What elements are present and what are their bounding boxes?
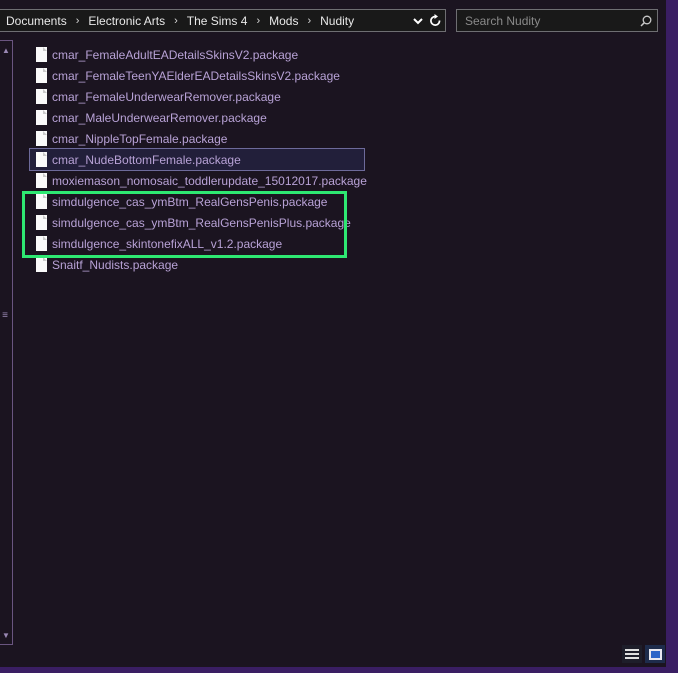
file-item-selected[interactable]: cmar_NudeBottomFemale.package xyxy=(29,148,365,171)
file-name: cmar_MaleUnderwearRemover.package xyxy=(52,110,267,125)
file-name: moxiemason_nomosaic_toddlerupdate_150120… xyxy=(52,173,367,188)
file-icon xyxy=(36,173,47,188)
file-icon xyxy=(36,131,47,146)
scroll-down-icon[interactable]: ▼ xyxy=(0,628,12,642)
file-item[interactable]: Snaitf_Nudists.package xyxy=(30,254,430,275)
file-icon xyxy=(36,89,47,104)
breadcrumb-mods[interactable]: Mods xyxy=(269,14,298,28)
file-name: simdulgence_cas_ymBtm_RealGensPenisPlus.… xyxy=(52,215,351,230)
breadcrumb-documents[interactable]: Documents xyxy=(6,14,67,28)
file-icon xyxy=(36,194,47,209)
search-box[interactable] xyxy=(456,9,658,32)
breadcrumb-separator[interactable]: › xyxy=(307,15,311,27)
file-icon xyxy=(36,236,47,251)
file-item[interactable]: cmar_FemaleTeenYAElderEADetailsSkinsV2.p… xyxy=(30,65,430,86)
breadcrumb-nudity[interactable]: Nudity xyxy=(320,14,354,28)
file-name: Snaitf_Nudists.package xyxy=(52,257,179,272)
search-icon[interactable] xyxy=(635,10,657,31)
file-icon xyxy=(36,215,47,230)
address-bar[interactable]: Documents › Electronic Arts › The Sims 4… xyxy=(0,9,446,32)
file-name: cmar_FemaleAdultEADetailsSkinsV2.package xyxy=(52,47,299,62)
file-name: cmar_NippleTopFemale.package xyxy=(52,131,228,146)
file-icon xyxy=(36,257,47,272)
file-name: cmar_NudeBottomFemale.package xyxy=(52,152,241,167)
large-icons-view-icon[interactable] xyxy=(645,645,665,663)
file-item[interactable]: simdulgence_cas_ymBtm_RealGensPenisPlus.… xyxy=(30,212,430,233)
window-frame-bottom xyxy=(0,667,678,673)
file-name: cmar_FemaleUnderwearRemover.package xyxy=(52,89,281,104)
breadcrumb-separator[interactable]: › xyxy=(76,15,80,27)
file-icon xyxy=(36,110,47,125)
breadcrumb: Documents › Electronic Arts › The Sims 4… xyxy=(0,14,445,28)
refresh-icon[interactable] xyxy=(427,12,443,30)
breadcrumb-separator[interactable]: › xyxy=(256,15,260,27)
file-explorer-window: Documents › Electronic Arts › The Sims 4… xyxy=(0,0,678,673)
search-input[interactable] xyxy=(457,10,635,31)
file-item[interactable]: simdulgence_cas_ymBtm_RealGensPenis.pack… xyxy=(30,191,430,212)
details-view-icon[interactable] xyxy=(622,645,642,663)
scroll-grip-icon[interactable]: ≡ xyxy=(0,310,10,321)
breadcrumb-separator[interactable]: › xyxy=(174,15,178,27)
file-item[interactable]: cmar_NippleTopFemale.package xyxy=(30,128,430,149)
chevron-down-icon[interactable] xyxy=(411,13,425,29)
breadcrumb-the-sims-4[interactable]: The Sims 4 xyxy=(187,14,248,28)
file-name: simdulgence_cas_ymBtm_RealGensPenis.pack… xyxy=(52,194,328,209)
file-icon xyxy=(36,47,47,62)
window-frame-right xyxy=(666,0,678,673)
file-item[interactable]: cmar_FemaleUnderwearRemover.package xyxy=(30,86,430,107)
file-item[interactable]: cmar_FemaleAdultEADetailsSkinsV2.package xyxy=(30,44,430,65)
file-list: cmar_FemaleAdultEADetailsSkinsV2.package… xyxy=(29,44,430,275)
file-item[interactable]: cmar_MaleUnderwearRemover.package xyxy=(30,107,430,128)
file-icon xyxy=(36,68,47,83)
scroll-up-icon[interactable]: ▲ xyxy=(0,43,12,57)
file-item[interactable]: moxiemason_nomosaic_toddlerupdate_150120… xyxy=(30,170,430,191)
breadcrumb-electronic-arts[interactable]: Electronic Arts xyxy=(88,14,165,28)
file-name: simdulgence_skintonefixALL_v1.2.package xyxy=(52,236,283,251)
file-item[interactable]: simdulgence_skintonefixALL_v1.2.package xyxy=(30,233,430,254)
view-switcher xyxy=(622,645,665,663)
file-name: cmar_FemaleTeenYAElderEADetailsSkinsV2.p… xyxy=(52,68,340,83)
file-icon xyxy=(36,152,47,167)
navigation-pane-scrollbar[interactable]: ▲ ≡ ▼ xyxy=(0,40,13,645)
